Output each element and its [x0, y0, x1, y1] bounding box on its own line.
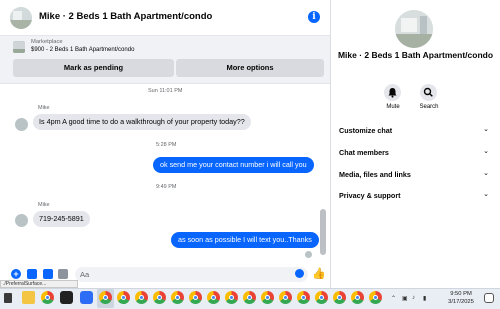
menu-label: Privacy & support [339, 191, 401, 200]
search-button[interactable] [420, 84, 437, 101]
panel-title: Mike · 2 Beds 1 Bath Apartment/condo [337, 50, 494, 60]
menu-label: Chat members [339, 148, 389, 157]
chrome-icon[interactable] [117, 291, 130, 304]
menu-customize-chat[interactable]: Customize chat ⌄ [339, 125, 489, 137]
menu-privacy-support[interactable]: Privacy & support ⌄ [339, 190, 489, 202]
clock[interactable]: 9:50 PM 3/17/2025 [441, 290, 481, 306]
message-bubble-outgoing[interactable]: ok send me your contact number i will ca… [153, 157, 314, 173]
chrome-icon[interactable] [243, 291, 256, 304]
timestamp: 9:49 PM [156, 184, 177, 190]
notification-icon[interactable] [484, 293, 494, 303]
chat-column: Mike · 2 Beds 1 Bath Apartment/condo i M… [0, 0, 331, 288]
search-label: Search [419, 104, 439, 110]
chrome-icon[interactable] [189, 291, 202, 304]
task-view-icon[interactable] [4, 293, 12, 303]
volume-icon[interactable]: ♪ [412, 295, 415, 301]
menu-label: Media, files and links [339, 170, 411, 179]
chrome-icon[interactable] [207, 291, 220, 304]
timestamp: 5:28 PM [156, 142, 177, 148]
scrollbar[interactable] [320, 209, 326, 255]
battery-icon[interactable]: ▮ [423, 295, 426, 302]
mark-as-pending-button[interactable]: Mark as pending [13, 59, 174, 77]
mute-button[interactable] [384, 84, 401, 101]
chrome-icon[interactable] [153, 291, 166, 304]
message-bubble-incoming[interactable]: 719-245-5891 [33, 211, 90, 227]
more-options-button[interactable]: More options [176, 59, 324, 77]
app-root: Mike · 2 Beds 1 Bath Apartment/condo i M… [0, 0, 500, 309]
message-input[interactable] [75, 267, 308, 282]
avatar[interactable] [395, 10, 433, 48]
chevron-up-icon[interactable]: ⌃ [391, 295, 396, 302]
chat-title[interactable]: Mike · 2 Beds 1 Bath Apartment/condo [39, 11, 212, 22]
chrome-icon[interactable] [297, 291, 310, 304]
chrome-icon[interactable] [135, 291, 148, 304]
app-icon[interactable] [60, 291, 73, 304]
clock-date: 3/17/2025 [448, 299, 474, 305]
sender-name: Mike [38, 105, 50, 111]
emoji-icon[interactable] [295, 269, 304, 278]
message-bubble-outgoing[interactable]: as soon as possible I will text you..Tha… [171, 232, 319, 248]
chrome-icon[interactable] [333, 291, 346, 304]
marketplace-label: Marketplace [31, 39, 63, 45]
listing-title[interactable]: $900 - 2 Beds 1 Bath Apartment/condo [31, 47, 134, 53]
chrome-icon[interactable] [261, 291, 274, 304]
gif-icon[interactable] [58, 269, 68, 279]
chrome-icon[interactable] [171, 291, 184, 304]
chrome-icon[interactable] [99, 291, 112, 304]
chat-header: Mike · 2 Beds 1 Bath Apartment/condo i [0, 0, 330, 36]
clock-time: 9:50 PM [450, 291, 472, 297]
details-panel: Mike · 2 Beds 1 Bath Apartment/condo Mut… [331, 0, 500, 288]
chevron-down-icon: ⌄ [483, 126, 489, 133]
bell-icon [388, 88, 397, 98]
avatar[interactable] [15, 214, 28, 227]
message-input-placeholder: Aa [80, 270, 90, 279]
chrome-icon[interactable] [225, 291, 238, 304]
app-icon[interactable] [80, 291, 93, 304]
search-icon [423, 87, 433, 97]
info-icon[interactable]: i [308, 11, 320, 23]
listing-thumbnail[interactable] [13, 41, 25, 53]
like-icon[interactable]: 👍 [312, 267, 326, 280]
image-icon[interactable] [27, 269, 37, 279]
chrome-icon[interactable] [41, 291, 54, 304]
file-explorer-icon[interactable] [22, 291, 35, 304]
mute-label: Mute [386, 104, 400, 110]
menu-media-files-links[interactable]: Media, files and links ⌄ [339, 169, 489, 181]
avatar[interactable] [10, 7, 32, 29]
status-url-tooltip: ./PreferralSurface... [0, 280, 78, 288]
sticker-icon[interactable] [43, 269, 53, 279]
sender-name: Mike [38, 202, 50, 208]
plus-icon[interactable]: + [11, 269, 21, 279]
chevron-down-icon: ⌄ [483, 148, 489, 155]
timestamp: Sun 11:01 PM [148, 88, 183, 94]
chrome-icon[interactable] [369, 291, 382, 304]
menu-label: Customize chat [339, 126, 393, 135]
network-icon[interactable]: ▣ [402, 295, 408, 302]
menu-chat-members[interactable]: Chat members ⌄ [339, 147, 489, 159]
chevron-down-icon: ⌄ [483, 170, 489, 177]
chrome-icon[interactable] [351, 291, 364, 304]
chevron-down-icon: ⌄ [483, 191, 489, 198]
avatar[interactable] [15, 118, 28, 131]
message-bubble-incoming[interactable]: Is 4pm A good time to do a walkthrough o… [33, 114, 251, 130]
chrome-icon[interactable] [315, 291, 328, 304]
seen-avatar [305, 251, 312, 258]
chrome-icon[interactable] [279, 291, 292, 304]
